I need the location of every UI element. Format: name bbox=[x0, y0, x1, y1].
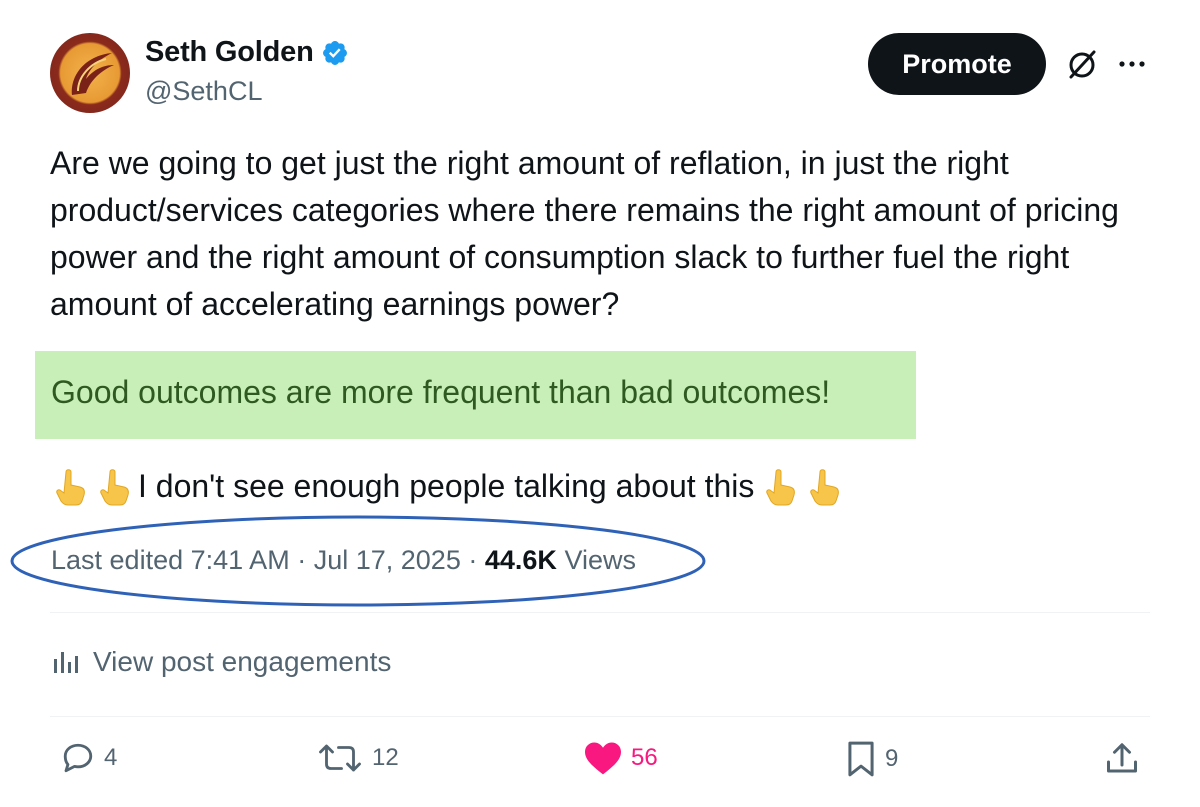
post-meta: Last edited 7:41 AM · Jul 17, 2025 · 44.… bbox=[51, 545, 636, 576]
view-engagements-label[interactable]: View post engagements bbox=[93, 646, 391, 678]
bookmark-count: 9 bbox=[885, 745, 899, 772]
post-time[interactable]: 7:41 AM bbox=[191, 545, 290, 575]
post-date[interactable]: Jul 17, 2025 bbox=[314, 545, 461, 575]
reply-button[interactable]: 4 bbox=[60, 740, 117, 776]
post-text: Are we going to get just the right amoun… bbox=[50, 145, 1119, 322]
pointing-up-emoji-icon bbox=[56, 469, 85, 506]
bookmark-button[interactable]: 9 bbox=[845, 740, 898, 778]
repost-icon bbox=[319, 744, 361, 772]
views-count: 44.6K bbox=[484, 545, 557, 575]
analytics-icon bbox=[54, 652, 78, 673]
avatar-logo-icon bbox=[71, 53, 114, 95]
callout-text: I don't see enough people talking about … bbox=[138, 467, 755, 504]
avatar[interactable] bbox=[50, 33, 130, 113]
edited-prefix: Last edited bbox=[51, 545, 184, 575]
heart-icon bbox=[585, 742, 621, 775]
author-display-name[interactable]: Seth Golden bbox=[145, 36, 314, 69]
like-count: 56 bbox=[631, 744, 658, 771]
reply-icon bbox=[63, 743, 93, 773]
share-icon bbox=[1107, 743, 1137, 773]
pointing-up-emoji-icon bbox=[766, 469, 796, 506]
reply-count: 4 bbox=[104, 744, 118, 771]
repost-button[interactable]: 12 bbox=[316, 740, 399, 776]
author-handle[interactable]: @SethCL bbox=[145, 76, 262, 107]
view-engagements-link[interactable]: View post engagements bbox=[51, 646, 391, 678]
like-button[interactable]: 56 bbox=[583, 740, 658, 776]
divider bbox=[50, 612, 1150, 613]
bookmark-icon bbox=[848, 741, 874, 777]
repost-count: 12 bbox=[372, 744, 399, 771]
share-button[interactable] bbox=[1104, 740, 1148, 778]
meta-separator: · bbox=[468, 545, 478, 575]
highlight-text: Good outcomes are more frequent than bad… bbox=[51, 374, 831, 410]
verified-badge-icon[interactable] bbox=[321, 39, 349, 67]
meta-separator: · bbox=[297, 545, 307, 575]
pointing-up-emoji-icon bbox=[810, 469, 840, 506]
callout-line: I don't see enough people talking about … bbox=[50, 466, 848, 506]
grok-icon[interactable] bbox=[1064, 46, 1100, 82]
promote-button[interactable]: Promote bbox=[868, 33, 1046, 95]
pointing-up-emoji-icon bbox=[100, 469, 129, 506]
divider bbox=[50, 716, 1150, 717]
views-label: Views bbox=[564, 545, 636, 575]
more-icon[interactable] bbox=[1114, 46, 1150, 82]
